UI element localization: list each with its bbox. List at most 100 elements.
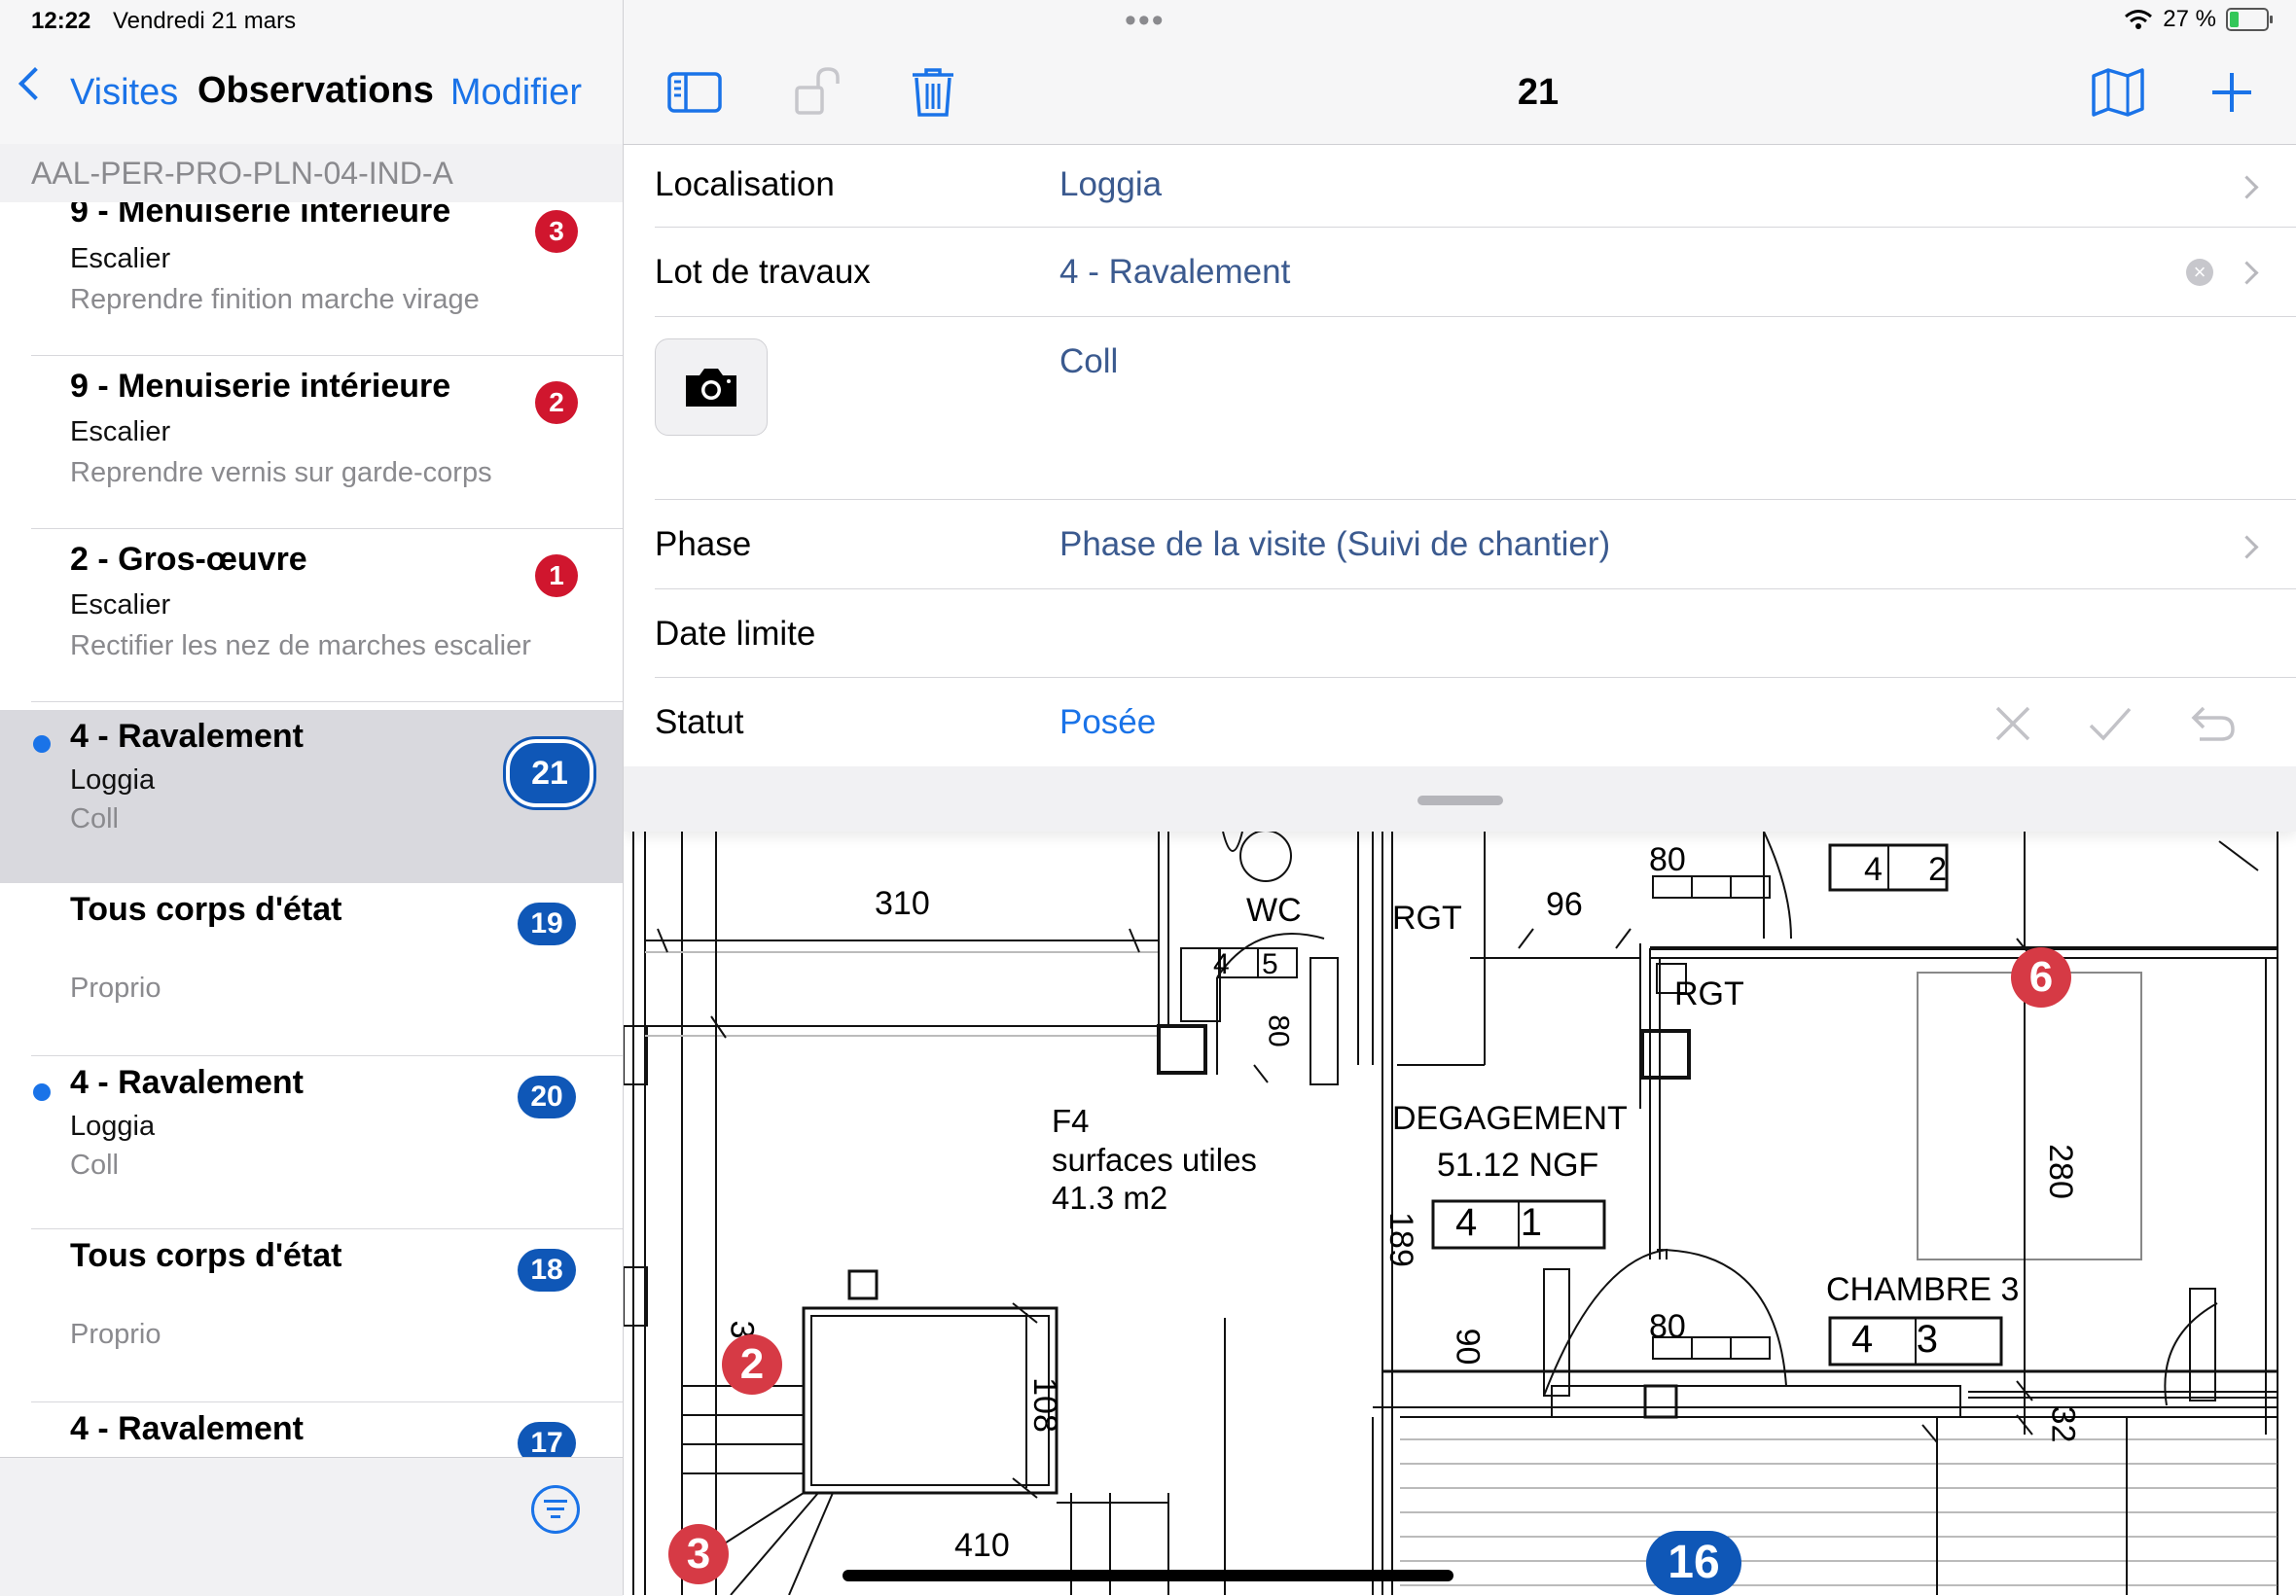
battery-icon	[2226, 8, 2273, 31]
comment-row: Coll	[624, 317, 2296, 500]
item-title: 9 - Menuiserie intérieure	[70, 368, 451, 405]
map-icon[interactable]	[2090, 66, 2146, 119]
sidebar: Visites Observations Modifier AAL-PER-PR…	[0, 0, 624, 1596]
table-4-2: 4 2	[1864, 851, 1948, 888]
item-description: Reprendre finition marche virage	[70, 284, 480, 315]
add-icon[interactable]	[2204, 66, 2260, 119]
dim-80-wc: 80	[1262, 1014, 1295, 1047]
table-4-3: 4 3	[1851, 1318, 1938, 1361]
filter-icon[interactable]	[531, 1485, 580, 1534]
home-indicator[interactable]	[843, 1570, 1453, 1581]
room-label-chambre: CHAMBRE 3	[1826, 1271, 2020, 1308]
statut-row: Statut Posée	[624, 678, 2296, 766]
status-bar: 12:22 Vendredi 21 mars ••• 27 %	[0, 0, 2296, 47]
chevron-right-icon	[2235, 175, 2259, 199]
unread-dot	[33, 735, 51, 753]
list-item[interactable]: 4 - Ravalement Loggia Coll 20	[0, 1056, 623, 1229]
multitasking-dots-icon[interactable]: •••	[1125, 2, 1166, 40]
item-badge: 2	[535, 381, 578, 424]
room-label-wc: WC	[1246, 892, 1302, 929]
wifi-icon	[2125, 10, 2153, 29]
list-item[interactable]: Tous corps d'état Proprio 19	[0, 883, 623, 1056]
localisation-value: Loggia	[1059, 165, 1163, 203]
status-date: Vendredi 21 mars	[113, 8, 297, 34]
dim-410: 410	[954, 1527, 1010, 1564]
lot-row[interactable]: Lot de travaux 4 - Ravalement ×	[624, 228, 2296, 317]
plan-section-header: AAL-PER-PRO-PLN-04-IND-A	[0, 144, 623, 202]
chevron-right-icon	[2235, 261, 2259, 285]
item-title: 4 - Ravalement	[70, 1410, 304, 1447]
observation-pin[interactable]: 2	[722, 1334, 782, 1395]
observation-pin[interactable]: 6	[2011, 947, 2071, 1008]
list-item-selected[interactable]: 4 - Ravalement Loggia Coll 21	[0, 710, 623, 883]
statut-label: Statut	[655, 703, 744, 741]
item-location: Escalier	[70, 243, 171, 274]
item-location: Escalier	[70, 589, 171, 621]
clear-icon[interactable]: ×	[2186, 259, 2213, 286]
ngf-level: 51.12 NGF	[1437, 1147, 1599, 1184]
observation-detail: 21 Localisation Loggia Lot de travaux 4 …	[624, 0, 2296, 832]
sidebar-toggle-icon[interactable]	[666, 66, 723, 119]
item-title: 4 - Ravalement	[70, 718, 304, 755]
chevron-right-icon	[2235, 535, 2259, 559]
dim-32: 32	[2044, 1405, 2082, 1443]
validate-icon[interactable]	[2087, 704, 2134, 743]
trash-icon[interactable]	[905, 66, 961, 119]
item-title: 9 - Menuiserie intérieure	[70, 202, 451, 230]
item-title: 2 - Gros-œuvre	[70, 541, 307, 578]
item-location: Loggia	[70, 764, 156, 796]
phase-label: Phase	[655, 525, 752, 563]
status-indicators: 27 %	[2124, 6, 2273, 33]
list-item[interactable]: 2 - Gros-œuvre Escalier Rectifier les ne…	[0, 529, 623, 702]
dim-310: 310	[875, 885, 930, 922]
floor-plan-viewer[interactable]: 310 WC RGT 96 80 RGT 4 2 4 5 80 F4 surfa…	[624, 832, 2296, 1595]
item-badge: 20	[518, 1076, 576, 1118]
observation-pin[interactable]: 16	[1646, 1531, 1741, 1595]
room-label-rgt-2: RGT	[1674, 975, 1744, 1012]
unread-dot	[33, 1083, 51, 1101]
dim-280: 280	[2041, 1144, 2079, 1199]
list-item[interactable]: 9 - Menuiserie intérieure Escalier Repre…	[0, 202, 623, 356]
item-badge: 19	[518, 903, 576, 945]
list-item[interactable]: 4 - Ravalement 17	[0, 1402, 623, 1457]
edit-button[interactable]: Modifier	[450, 72, 582, 114]
sheet-grabber-area[interactable]	[624, 766, 2296, 832]
section-header-label: AAL-PER-PRO-PLN-04-IND-A	[31, 156, 453, 191]
undo-icon[interactable]	[2190, 702, 2237, 743]
back-button[interactable]: Visites	[70, 72, 178, 114]
lot-value: 4 - Ravalement	[1059, 253, 1291, 291]
item-badge: 1	[535, 554, 578, 597]
date-limit-label: Date limite	[655, 615, 816, 653]
localisation-row[interactable]: Localisation Loggia	[624, 144, 2296, 228]
room-label-degagement: DEGAGEMENT	[1392, 1100, 1628, 1137]
observation-pin[interactable]: 3	[668, 1524, 729, 1584]
item-badge: 18	[518, 1249, 576, 1292]
battery-fill	[2230, 12, 2239, 27]
area-value: 41.3 m2	[1052, 1180, 1168, 1217]
list-item[interactable]: 9 - Menuiserie intérieure Escalier Repre…	[0, 356, 623, 529]
sidebar-title: Observations	[197, 70, 434, 111]
phase-row[interactable]: Phase Phase de la visite (Suivi de chant…	[624, 500, 2296, 589]
list-item[interactable]: Tous corps d'état Proprio 18	[0, 1229, 623, 1402]
dim-90: 90	[1449, 1328, 1487, 1365]
back-chevron-icon[interactable]	[18, 67, 52, 100]
item-title: Tous corps d'état	[70, 891, 342, 928]
room-label-rgt: RGT	[1392, 900, 1462, 937]
dim-80: 80	[1649, 841, 1686, 878]
dim-96: 96	[1546, 886, 1583, 923]
surfaces-label: surfaces utiles	[1052, 1141, 1257, 1178]
camera-icon	[686, 369, 736, 407]
item-title: Tous corps d'état	[70, 1237, 342, 1274]
comment-value[interactable]: Coll	[1059, 342, 1118, 381]
item-description: Proprio	[70, 1319, 161, 1350]
dim-189: 189	[1381, 1212, 1419, 1267]
dim-108: 108	[1025, 1377, 1063, 1433]
reject-icon[interactable]	[1993, 704, 2032, 743]
observation-list[interactable]: 9 - Menuiserie intérieure Escalier Repre…	[0, 202, 623, 1457]
camera-button[interactable]	[655, 338, 768, 436]
apartment-label: F4 surfaces utiles 41.3 m2	[1052, 1102, 1257, 1218]
table-4-1: 4 1	[1455, 1201, 1542, 1244]
item-description: Reprendre vernis sur garde-corps	[70, 457, 492, 488]
drag-handle[interactable]	[1417, 796, 1503, 805]
date-limit-row[interactable]: Date limite	[624, 589, 2296, 678]
